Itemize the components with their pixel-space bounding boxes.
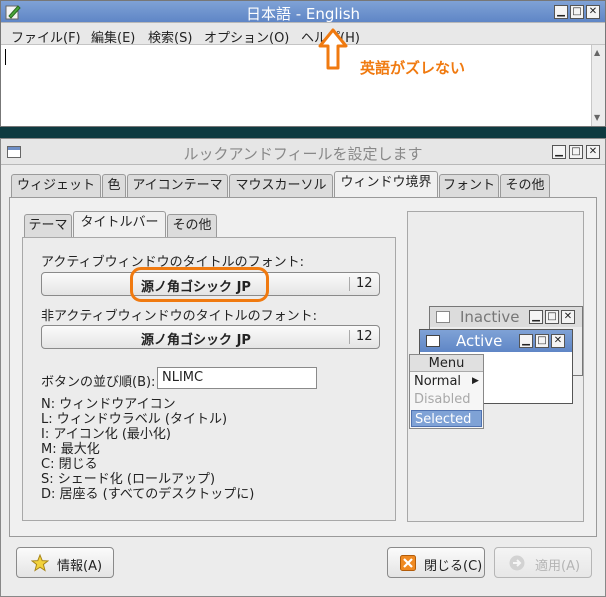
button-order-label: ボタンの並び順(B): <box>41 375 156 390</box>
window-menu-icon <box>436 311 450 323</box>
info-button[interactable]: 情報(A) <box>16 547 114 578</box>
maximize-icon: □ <box>535 334 549 348</box>
editor-window: 日本語 - English ▁ □ ✕ ファイル(F) 編集(E) 検索(S) … <box>0 0 606 127</box>
theme-preview: Inactive ▁ □ ✕ Active ▁ □ ✕ Menu Normal … <box>407 211 584 522</box>
active-font-size: 12 <box>356 276 373 291</box>
subtab-titlebar[interactable]: タイトルバー <box>73 211 166 238</box>
submenu-arrow-icon: ▶ <box>472 376 479 386</box>
menu-edit[interactable]: 編集(E) <box>91 27 135 46</box>
legend-line: D: 居座る (すべてのデスクトップに) <box>41 487 255 502</box>
appearance-dialog: ルックアンドフィールを設定します ▁ □ ✕ ウィジェット 色 アイコンテーマ … <box>0 138 606 597</box>
dialog-titlebar[interactable]: ルックアンドフィールを設定します ▁ □ ✕ <box>1 139 605 165</box>
scroll-up-arrow[interactable]: ▲ <box>594 48 600 57</box>
close-button[interactable]: 閉じる(C) <box>387 547 485 578</box>
info-button-label: 情報(A) <box>57 559 103 574</box>
subtab-other[interactable]: その他 <box>167 214 217 238</box>
vertical-scrollbar[interactable]: ▲ ▼ <box>591 45 605 126</box>
inactive-font-button[interactable]: 源ノ角ゴシック JP 12 <box>41 325 380 349</box>
menu-options[interactable]: オプション(O) <box>204 27 289 46</box>
dialog-title: ルックアンドフィールを設定します <box>183 145 423 163</box>
preview-active-titlebar: Active ▁ □ ✕ <box>420 330 572 352</box>
legend-line: S: シェード化 (ロールアップ) <box>41 472 216 487</box>
tab-other[interactable]: その他 <box>500 174 550 198</box>
up-arrow-annotation-icon <box>318 28 348 70</box>
tab-mouse-cursor[interactable]: マウスカーソル <box>229 174 333 198</box>
preview-menu: Menu Normal ▶ Disabled Selected <box>409 354 484 429</box>
subtab-theme[interactable]: テーマ <box>24 214 72 238</box>
apply-arrow-icon <box>509 555 525 571</box>
legend-line: L: ウィンドウラベル (タイトル) <box>41 412 228 427</box>
legend-line: C: 閉じる <box>41 457 98 472</box>
inactive-font-name: 源ノ角ゴシック JP <box>141 333 251 348</box>
minimize-icon: ▁ <box>529 310 543 324</box>
preview-active-title: Active <box>456 332 503 350</box>
main-tab-strip: ウィジェット 色 アイコンテーマ マウスカーソル ウィンドウ境界 フォント その… <box>11 171 595 198</box>
maximize-icon[interactable]: □ <box>569 145 583 159</box>
editor-titlebar[interactable]: 日本語 - English ▁ □ ✕ <box>1 1 605 23</box>
close-icon[interactable]: ✕ <box>586 5 600 19</box>
apply-button[interactable]: 適用(A) <box>494 547 592 578</box>
preview-menu-selected: Selected <box>411 410 482 427</box>
sub-tab-strip: テーマ タイトルバー その他 <box>24 211 224 238</box>
minimize-icon[interactable]: ▁ <box>552 145 566 159</box>
text-cursor <box>5 49 6 65</box>
tab-widget[interactable]: ウィジェット <box>11 174 101 198</box>
font-size-divider <box>349 277 350 291</box>
maximize-icon[interactable]: □ <box>570 5 584 19</box>
preview-inactive-title: Inactive <box>460 308 520 326</box>
maximize-icon: □ <box>545 310 559 324</box>
tab-icon-theme[interactable]: アイコンテーマ <box>127 174 228 198</box>
tab-font[interactable]: フォント <box>439 174 499 198</box>
tab-page: テーマ タイトルバー その他 アクティブウィンドウのタイトルのフォント: 源ノ角… <box>9 197 597 537</box>
menu-file[interactable]: ファイル(F) <box>11 27 81 46</box>
button-order-legend: N: ウィンドウアイコン L: ウィンドウラベル (タイトル) I: アイコン化… <box>41 397 254 502</box>
preview-menu-normal: Normal <box>414 374 462 389</box>
highlight-ring <box>130 267 269 302</box>
editor-menubar: ファイル(F) 編集(E) 検索(S) オプション(O) ヘルプ(H) <box>1 23 605 46</box>
scroll-down-arrow[interactable]: ▼ <box>594 113 600 122</box>
close-icon: ✕ <box>561 310 575 324</box>
minimize-icon[interactable]: ▁ <box>554 5 568 19</box>
close-icon: ✕ <box>551 334 565 348</box>
close-icon[interactable]: ✕ <box>586 145 600 159</box>
apply-button-label: 適用(A) <box>535 559 581 574</box>
window-menu-icon <box>426 335 440 347</box>
preview-inactive-titlebar: Inactive ▁ □ ✕ <box>430 307 582 327</box>
annotation-text: 英語がズレない <box>360 59 466 77</box>
close-button-label: 閉じる(C) <box>424 559 483 574</box>
font-size-divider <box>349 330 350 344</box>
tab-color[interactable]: 色 <box>102 174 126 198</box>
preview-menu-title: Menu <box>410 355 483 372</box>
inactive-font-size: 12 <box>356 329 373 344</box>
minimize-icon: ▁ <box>519 334 533 348</box>
text-area[interactable] <box>1 45 591 126</box>
preview-menu-disabled: Disabled <box>414 392 471 407</box>
editor-title: 日本語 - English <box>245 5 361 23</box>
subtab-page: アクティブウィンドウのタイトルのフォント: 源ノ角ゴシック JP 12 非アクテ… <box>22 237 396 521</box>
star-icon <box>30 553 50 572</box>
inactive-font-label: 非アクティブウィンドウのタイトルのフォント: <box>41 309 317 324</box>
legend-line: M: 最大化 <box>41 442 100 457</box>
legend-line: N: ウィンドウアイコン <box>41 397 176 412</box>
button-order-input[interactable]: NLIMC <box>157 367 317 389</box>
menu-search[interactable]: 検索(S) <box>148 27 192 46</box>
close-x-icon <box>400 555 416 571</box>
tab-window-border[interactable]: ウィンドウ境界 <box>334 171 438 198</box>
legend-line: I: アイコン化 (最小化) <box>41 427 171 442</box>
button-order-value: NLIMC <box>162 370 204 385</box>
